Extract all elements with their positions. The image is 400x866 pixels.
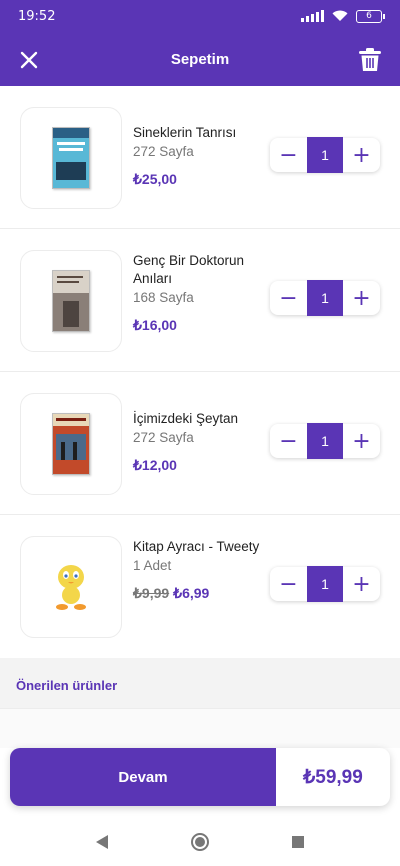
quantity-value: 1: [307, 280, 343, 316]
back-button[interactable]: [90, 830, 114, 854]
app-bar: Sepetim: [0, 32, 400, 86]
increase-button[interactable]: +: [343, 138, 380, 172]
product-thumbnail[interactable]: [20, 393, 122, 495]
recents-icon: [292, 836, 304, 848]
item-page-count: 272 Sayfa: [133, 430, 194, 445]
product-thumbnail[interactable]: [20, 107, 122, 209]
book-cover-image: [52, 127, 90, 189]
decrease-button[interactable]: −: [270, 424, 307, 458]
status-bar: 19:52 6: [0, 0, 400, 32]
item-info: İçimizdeki Şeytan 272 Sayfa ₺12,00: [133, 410, 261, 474]
item-info: Genç Bir Doktorun Anıları 168 Sayfa ₺16,…: [133, 252, 261, 334]
book-cover-image: [52, 413, 90, 475]
back-icon: [96, 835, 108, 849]
decrease-button[interactable]: −: [270, 281, 307, 315]
item-price: ₺12,00: [133, 457, 177, 473]
quantity-stepper: − 1 +: [270, 566, 380, 602]
item-page-count: 168 Sayfa: [133, 290, 194, 305]
decrease-button[interactable]: −: [270, 138, 307, 172]
delete-button[interactable]: [354, 44, 386, 76]
quantity-value: 1: [307, 137, 343, 173]
cart-item: Sineklerin Tanrısı 272 Sayfa ₺25,00 − 1 …: [0, 86, 400, 229]
item-price: ₺16,00: [133, 317, 177, 333]
cart-total: ₺59,99: [303, 766, 363, 788]
increase-button[interactable]: +: [343, 424, 380, 458]
quantity-stepper: − 1 +: [270, 137, 380, 173]
item-title: Genç Bir Doktorun Anıları: [133, 253, 245, 286]
cart-item: Genç Bir Doktorun Anıları 168 Sayfa ₺16,…: [0, 229, 400, 372]
battery-icon: 6: [356, 9, 385, 23]
suggested-products-section: Önerilen ürünler: [0, 658, 400, 708]
recents-button[interactable]: [286, 830, 310, 854]
status-time: 19:52: [18, 8, 56, 24]
increase-button[interactable]: +: [343, 567, 380, 601]
cart-list: Sineklerin Tanrısı 272 Sayfa ₺25,00 − 1 …: [0, 86, 400, 658]
product-thumbnail[interactable]: [20, 536, 122, 638]
system-nav-bar: [0, 818, 400, 866]
old-price: ₺9,99: [133, 585, 170, 601]
cart-item: İçimizdeki Şeytan 272 Sayfa ₺12,00 − 1 +: [0, 372, 400, 515]
item-page-count: 272 Sayfa: [133, 144, 194, 159]
checkout-bar: Devam ₺59,99: [10, 748, 390, 806]
quantity-value: 1: [307, 566, 343, 602]
quantity-value: 1: [307, 423, 343, 459]
signal-icon: [301, 10, 324, 22]
page-title: Sepetim: [170, 50, 230, 68]
quantity-stepper: − 1 +: [270, 423, 380, 459]
item-title: İçimizdeki Şeytan: [133, 411, 239, 426]
status-icons: 6: [301, 9, 385, 23]
home-icon: [191, 833, 209, 851]
item-info: Kitap Ayracı - Tweety 1 Adet ₺9,99 ₺6,99: [133, 538, 261, 602]
item-price: ₺25,00: [133, 171, 177, 187]
item-info: Sineklerin Tanrısı 272 Sayfa ₺25,00: [133, 124, 261, 188]
item-unit-count: 1 Adet: [133, 558, 172, 573]
close-button[interactable]: [14, 45, 44, 75]
item-price: ₺9,99 ₺6,99: [133, 585, 261, 602]
continue-button[interactable]: Devam: [10, 748, 276, 806]
book-cover-image: [52, 270, 90, 332]
product-thumbnail[interactable]: [20, 250, 122, 352]
bookmark-tweety-image: [56, 565, 86, 610]
item-title: Sineklerin Tanrısı: [133, 125, 237, 140]
suggested-products-title: Önerilen ürünler: [16, 678, 118, 693]
trash-icon: [359, 48, 381, 71]
discounted-price: ₺6,99: [173, 585, 210, 601]
item-title: Kitap Ayracı - Tweety: [133, 539, 260, 554]
wifi-icon: [332, 10, 348, 21]
suggested-products-list[interactable]: [0, 708, 400, 748]
decrease-button[interactable]: −: [270, 567, 307, 601]
close-icon: [20, 51, 38, 69]
cart-item: Kitap Ayracı - Tweety 1 Adet ₺9,99 ₺6,99 …: [0, 515, 400, 658]
quantity-stepper: − 1 +: [270, 280, 380, 316]
increase-button[interactable]: +: [343, 281, 380, 315]
home-button[interactable]: [188, 830, 212, 854]
